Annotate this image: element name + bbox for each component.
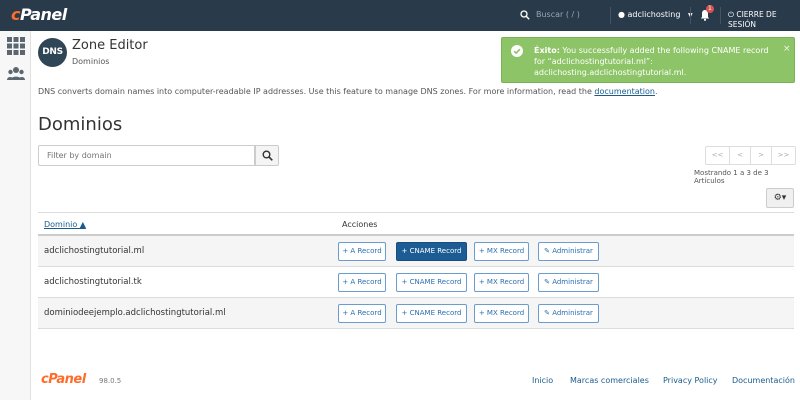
table-row: adclichostingtutorial.tk + A Record + CN… bbox=[38, 267, 794, 298]
add-mx-record-button[interactable]: + MX Record bbox=[474, 273, 529, 292]
username: adclichosting bbox=[627, 10, 681, 19]
search-icon bbox=[520, 10, 530, 20]
intro-text: DNS converts domain names into computer-… bbox=[38, 87, 658, 96]
search-icon bbox=[262, 150, 273, 161]
alert-label: Éxito: bbox=[534, 46, 560, 55]
page-title: Dominios bbox=[38, 114, 123, 135]
alert-text: You successfully added the following CNA… bbox=[534, 46, 769, 77]
dns-icon: DNS bbox=[38, 38, 67, 67]
add-a-record-button[interactable]: + A Record bbox=[338, 304, 386, 323]
footer-logo[interactable]: cPanel bbox=[41, 372, 86, 387]
results-count: Mostrando 1 a 3 de 3 Artículos bbox=[694, 169, 769, 185]
footer-link-documentation[interactable]: Documentación bbox=[732, 376, 795, 385]
success-alert: Éxito: You successfully added the follow… bbox=[501, 37, 795, 83]
table-header: Dominio ▲ Acciones bbox=[38, 212, 794, 236]
topbar-divider bbox=[610, 7, 611, 24]
page-last-button[interactable]: >> bbox=[771, 146, 796, 165]
search-button[interactable] bbox=[255, 145, 279, 166]
footer-link-trademarks[interactable]: Marcas comerciales bbox=[570, 376, 649, 385]
add-mx-record-button[interactable]: + MX Record bbox=[474, 304, 529, 323]
add-a-record-button[interactable]: + A Record bbox=[338, 273, 386, 292]
domain-name: dominiodeejemplo.adclichostingtutorial.m… bbox=[44, 308, 226, 318]
cpanel-logo[interactable]: cPanel bbox=[11, 5, 67, 24]
search-placeholder: Buscar ( / ) bbox=[536, 10, 580, 19]
manage-button[interactable]: ✎ Administrar bbox=[538, 242, 599, 261]
users-icon[interactable] bbox=[7, 65, 25, 83]
alert-message: Éxito: You successfully added the follow… bbox=[534, 45, 779, 78]
column-header-domain[interactable]: Dominio ▲ bbox=[44, 220, 86, 229]
add-cname-record-button[interactable]: + CNAME Record bbox=[396, 304, 467, 323]
user-icon: ● bbox=[618, 10, 625, 19]
notification-badge: 1 bbox=[706, 5, 714, 13]
intro-body: DNS converts domain names into computer-… bbox=[38, 87, 595, 96]
add-mx-record-button[interactable]: + MX Record bbox=[474, 242, 529, 261]
app-title: Zone Editor bbox=[72, 38, 148, 53]
documentation-link[interactable]: documentation bbox=[594, 87, 655, 96]
add-cname-record-button[interactable]: + CNAME Record bbox=[396, 242, 467, 261]
intro-end: . bbox=[655, 87, 658, 96]
app-subtitle: Dominios bbox=[72, 57, 110, 66]
topbar-divider bbox=[720, 7, 721, 24]
footer-link-home[interactable]: Inicio bbox=[532, 376, 553, 385]
column-header-actions: Acciones bbox=[342, 220, 378, 229]
grid-icon[interactable] bbox=[7, 37, 25, 55]
domains-table: Dominio ▲ Acciones adclichostingtutorial… bbox=[38, 212, 794, 329]
manage-button[interactable]: ✎ Administrar bbox=[538, 304, 599, 323]
user-menu[interactable]: ● adclichosting ▼ bbox=[618, 10, 693, 19]
left-sidebar bbox=[0, 31, 31, 400]
version-number: 98.0.5 bbox=[99, 377, 122, 385]
settings-gear-button[interactable]: ⚙▾ bbox=[766, 188, 794, 208]
check-circle-icon bbox=[511, 45, 523, 57]
page-first-button[interactable]: << bbox=[705, 146, 730, 165]
page-prev-button[interactable]: < bbox=[729, 146, 751, 165]
manage-button[interactable]: ✎ Administrar bbox=[538, 273, 599, 292]
table-row: adclichostingtutorial.ml + A Record + CN… bbox=[38, 236, 794, 267]
add-a-record-button[interactable]: + A Record bbox=[338, 242, 386, 261]
search-box[interactable]: Buscar ( / ) bbox=[520, 9, 610, 23]
logout-button[interactable]: ⏻ CIERRE DE SESIÓN bbox=[728, 10, 800, 29]
table-row: dominiodeejemplo.adclichostingtutorial.m… bbox=[38, 298, 794, 329]
add-cname-record-button[interactable]: + CNAME Record bbox=[396, 273, 467, 292]
domain-name: adclichostingtutorial.ml bbox=[44, 246, 145, 256]
filter-input[interactable] bbox=[38, 145, 255, 166]
pagination: << < > >> bbox=[705, 146, 796, 165]
power-icon: ⏻ bbox=[728, 10, 734, 19]
domain-name: adclichostingtutorial.tk bbox=[44, 277, 142, 287]
logout-label: CIERRE DE SESIÓN bbox=[728, 10, 777, 29]
close-icon[interactable]: × bbox=[783, 44, 791, 55]
footer-link-privacy[interactable]: Privacy Policy bbox=[663, 376, 718, 385]
page-next-button[interactable]: > bbox=[750, 146, 772, 165]
top-bar: cPanel Buscar ( / ) ● adclichosting ▼ 1 … bbox=[0, 0, 800, 31]
topbar-divider bbox=[690, 7, 691, 24]
